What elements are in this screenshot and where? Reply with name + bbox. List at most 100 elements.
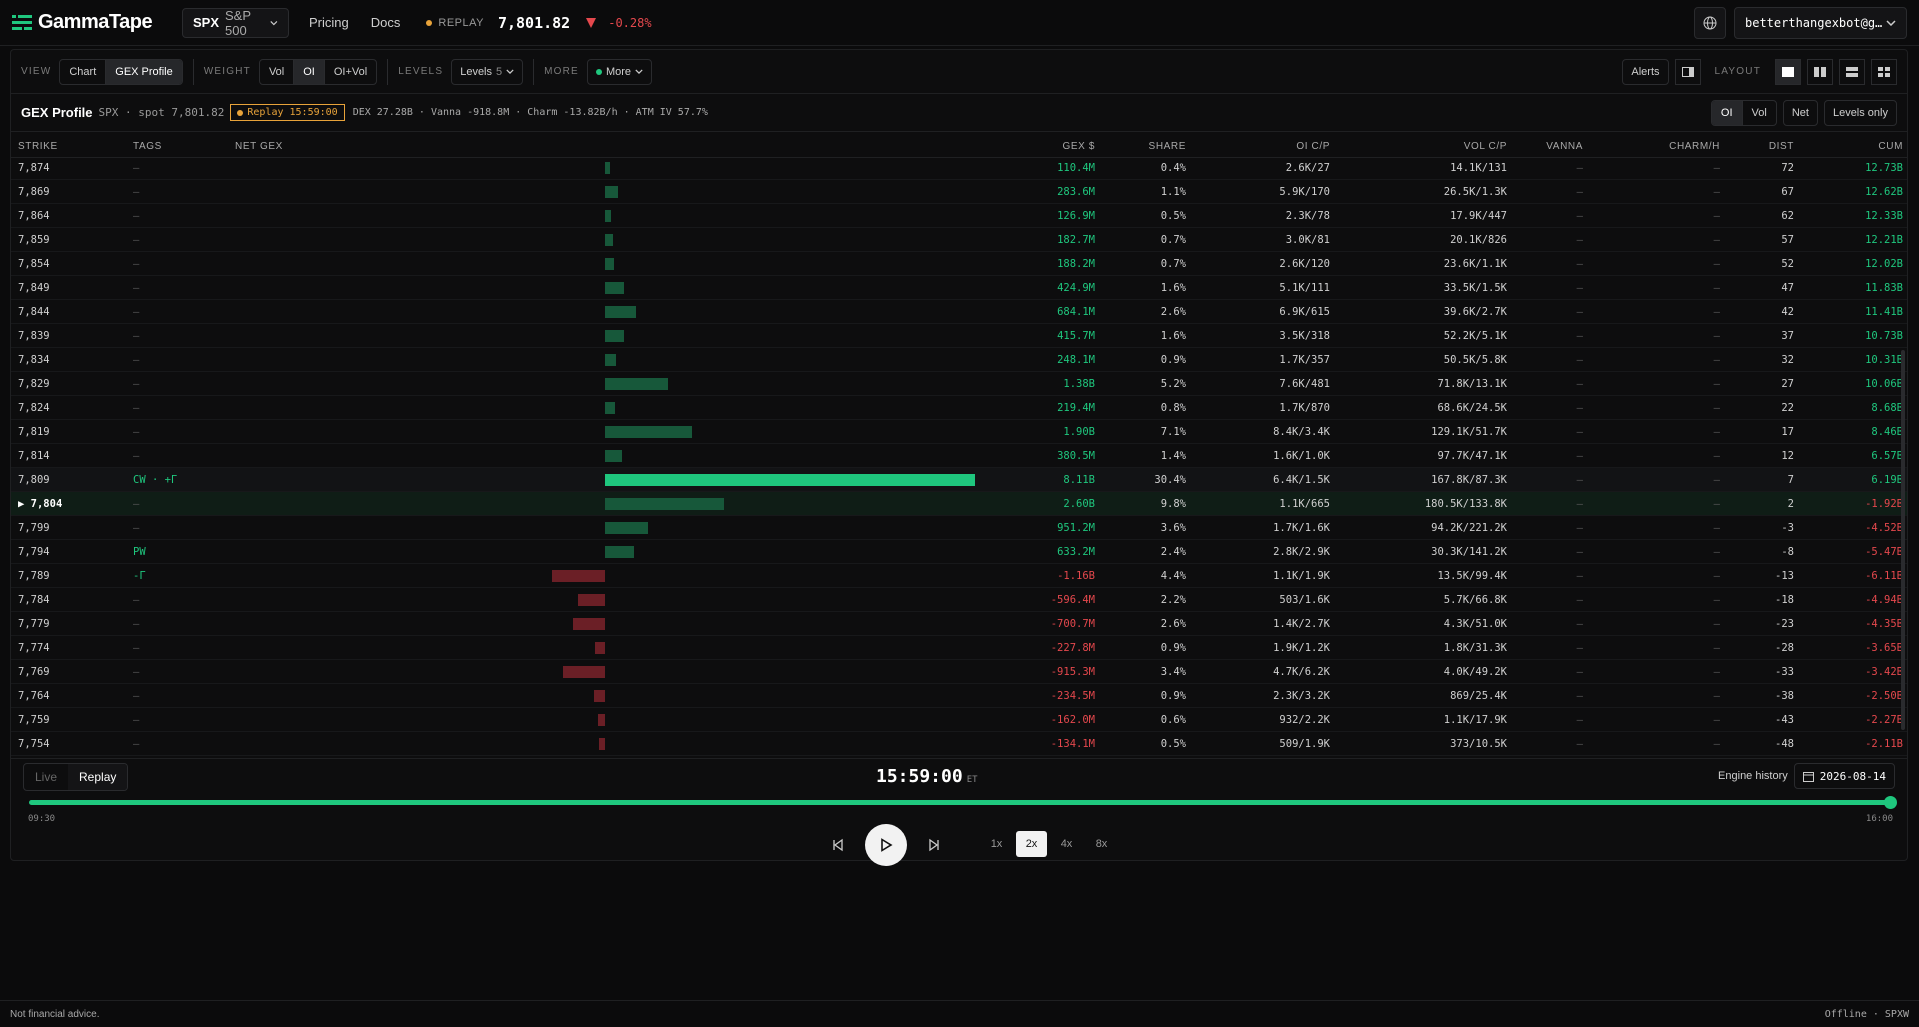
col-vol[interactable]: VOL C/P <box>1464 141 1507 152</box>
table-row[interactable]: 7,764 — -234.5M 0.9% 2.3K/3.2K 869/25.4K — — -38… <box>11 684 1907 708</box>
scrollbar[interactable] <box>1901 350 1905 730</box>
weight-vol-button[interactable]: Vol <box>260 59 295 84</box>
net-button[interactable]: Net <box>1782 99 1818 126</box>
date-picker-button[interactable]: 2026-08-14 <box>1793 763 1895 789</box>
table-row[interactable]: 7,874 — 110.4M 0.4% 2.6K/27 14.1K/131 — — 72 12.7… <box>11 158 1907 180</box>
gex-bar <box>552 570 605 582</box>
skip-back-icon[interactable] <box>831 838 845 852</box>
table-row[interactable]: 7,774 — -227.8M 0.9% 1.9K/1.2K 1.8K/31.3K — — -2… <box>11 636 1907 660</box>
more-dropdown[interactable]: More <box>586 58 652 85</box>
levels-dropdown[interactable]: Levels 5 <box>451 58 524 85</box>
table-row[interactable]: 7,809 CW · +Γ 8.11B 30.4% 6.4K/1.5K 167.8K/87… <box>11 468 1907 492</box>
strike-cell: 7,844 <box>18 305 50 318</box>
table-row[interactable]: 7,794 PW 633.2M 2.4% 2.8K/2.9K 30.3K/141.2K — —… <box>11 540 1907 564</box>
layout-rows-button[interactable] <box>1839 58 1865 85</box>
col-tags[interactable]: TAGS <box>133 141 162 152</box>
ticker-selector[interactable]: SPX S&P 500 <box>182 7 289 38</box>
mode-replay-button[interactable]: Replay <box>68 764 128 790</box>
oi-cell: 509/1.9K <box>1279 737 1330 750</box>
table-row[interactable]: 7,759 — -162.0M 0.6% 932/2.2K 1.1K/17.9K — — -43… <box>11 708 1907 732</box>
user-menu-button[interactable]: betterthangexbot@g… <box>1734 7 1907 39</box>
share-cell: 2.6% <box>1160 305 1186 318</box>
table-row[interactable]: 7,839 — 415.7M 1.6% 3.5K/318 52.2K/5.1K — — 37 10… <box>11 324 1907 348</box>
col-dist[interactable]: DIST <box>1769 141 1794 152</box>
top-bar: GammaTape SPX S&P 500 Pricing Docs REPLA… <box>0 0 1919 46</box>
alerts-button[interactable]: Alerts <box>1622 58 1669 85</box>
nav-docs[interactable]: Docs <box>371 15 401 30</box>
table-row[interactable]: 7,869 — 283.6M 1.1% 5.9K/170 26.5K/1.3K — — 67 12… <box>11 180 1907 204</box>
table-row[interactable]: 7,784 — -596.4M 2.2% 503/1.6K 5.7K/66.8K — — -18… <box>11 588 1907 612</box>
gex-cell: 248.1M <box>1057 353 1095 366</box>
col-strike[interactable]: STRIKE <box>18 141 58 152</box>
timeline-slider[interactable] <box>29 796 1897 809</box>
weight-oi-button[interactable]: OI <box>294 59 325 84</box>
speed-8x-button[interactable]: 8x <box>1086 831 1117 857</box>
table-row[interactable]: 7,789 -Γ -1.16B 4.4% 1.1K/1.9K 13.5K/99.4K — — -… <box>11 564 1907 588</box>
metric-oi-button[interactable]: OI <box>1711 100 1743 125</box>
table-row[interactable]: 7,769 — -915.3M 3.4% 4.7K/6.2K 4.0K/49.2K — — -3… <box>11 660 1907 684</box>
dist-cell: 57 <box>1781 233 1794 246</box>
weight-oi-vol-button[interactable]: OI+Vol <box>325 60 376 84</box>
col-gex[interactable]: GEX $ <box>1063 141 1095 152</box>
table-row[interactable]: 7,814 — 380.5M 1.4% 1.6K/1.0K 97.7K/47.1K — — 12… <box>11 444 1907 468</box>
strike-cell: 7,854 <box>18 257 50 270</box>
view-chart-button[interactable]: Chart <box>60 59 107 84</box>
table-row[interactable]: 7,799 — 951.2M 3.6% 1.7K/1.6K 94.2K/221.2K — — -… <box>11 516 1907 540</box>
layout-single-button[interactable] <box>1775 58 1801 85</box>
table-row[interactable]: 7,824 — 219.4M 0.8% 1.7K/870 68.6K/24.5K — — 22 8… <box>11 396 1907 420</box>
layout-grid-icon <box>1878 66 1890 77</box>
language-button[interactable] <box>1694 7 1726 39</box>
dist-cell: 27 <box>1781 377 1794 390</box>
table-row[interactable]: 7,854 — 188.2M 0.7% 2.6K/120 23.6K/1.1K — — 52 12… <box>11 252 1907 276</box>
timeline-thumb[interactable] <box>1884 796 1897 809</box>
speed-4x-button[interactable]: 4x <box>1051 831 1082 857</box>
dist-cell: -13 <box>1775 569 1794 582</box>
logo[interactable]: GammaTape <box>12 11 172 34</box>
table-row[interactable]: 7,834 — 248.1M 0.9% 1.7K/357 50.5K/5.8K — — 32 10… <box>11 348 1907 372</box>
layout-columns-button[interactable] <box>1807 58 1833 85</box>
table-row[interactable]: 7,819 — 1.90B 7.1% 8.4K/3.4K 129.1K/51.7K — — 17… <box>11 420 1907 444</box>
strike-cell: 7,774 <box>18 641 50 654</box>
gex-bar <box>605 234 614 246</box>
share-cell: 2.4% <box>1160 545 1186 558</box>
clock-time: 15:59:00 <box>876 766 963 787</box>
table-row[interactable]: 7,844 — 684.1M 2.6% 6.9K/615 39.6K/2.7K — — 42 11… <box>11 300 1907 324</box>
cum-cell: 8.68B <box>1871 401 1903 414</box>
skip-forward-icon[interactable] <box>927 838 941 852</box>
col-share[interactable]: SHARE <box>1149 141 1186 152</box>
table-row[interactable]: 7,779 — -700.7M 2.6% 1.4K/2.7K 4.3K/51.0K — — -2… <box>11 612 1907 636</box>
nav-pricing[interactable]: Pricing <box>309 15 349 30</box>
table-row[interactable]: 7,864 — 126.9M 0.5% 2.3K/78 17.9K/447 — — 62 12.3… <box>11 204 1907 228</box>
col-vanna[interactable]: VANNA <box>1546 141 1583 152</box>
table-row[interactable]: 7,859 — 182.7M 0.7% 3.0K/81 20.1K/826 — — 57 12.2… <box>11 228 1907 252</box>
speed-1x-button[interactable]: 1x <box>981 831 1012 857</box>
mode-live-button[interactable]: Live <box>24 764 68 790</box>
view-gex-profile-button[interactable]: GEX Profile <box>106 59 182 84</box>
share-cell: 0.5% <box>1160 209 1186 222</box>
table-row[interactable]: 7,754 — -134.1M 0.5% 509/1.9K 373/10.5K — — -48 -… <box>11 732 1907 756</box>
sidebar-toggle-button[interactable] <box>1674 58 1701 85</box>
table-row[interactable]: 7,829 — 1.38B 5.2% 7.6K/481 71.8K/13.1K — — 27 10… <box>11 372 1907 396</box>
oi-cell: 2.3K/78 <box>1285 209 1330 222</box>
dist-cell: 17 <box>1781 425 1794 438</box>
play-button[interactable] <box>865 824 907 866</box>
col-charm[interactable]: CHARM/H <box>1669 141 1720 152</box>
table-row-spot[interactable]: ▶ 7,804 — 2.60B 9.8% 1.1K/665 180.5K/133.8K — —… <box>11 492 1907 516</box>
col-oi[interactable]: OI C/P <box>1296 141 1330 152</box>
table-row[interactable]: 7,849 — 424.9M 1.6% 5.1K/111 33.5K/1.5K — — 47 11… <box>11 276 1907 300</box>
share-cell: 0.5% <box>1160 737 1186 750</box>
vanna-cell: — <box>1576 281 1583 294</box>
levels-only-button[interactable]: Levels only <box>1823 99 1897 126</box>
gex-bar <box>605 378 668 390</box>
speed-2x-button[interactable]: 2x <box>1016 831 1047 857</box>
col-net-gex[interactable]: NET GEX <box>235 141 283 152</box>
layout-grid-button[interactable] <box>1871 58 1897 85</box>
metric-vol-button[interactable]: Vol <box>1743 101 1776 125</box>
dist-cell: -28 <box>1775 641 1794 654</box>
replay-time-badge: Replay 15:59:00 <box>230 104 345 121</box>
charm-cell: — <box>1713 737 1720 750</box>
vanna-cell: — <box>1576 449 1583 462</box>
cum-cell: -4.94B <box>1865 593 1903 606</box>
charm-cell: — <box>1713 665 1720 678</box>
col-cum[interactable]: CUM <box>1878 141 1903 152</box>
